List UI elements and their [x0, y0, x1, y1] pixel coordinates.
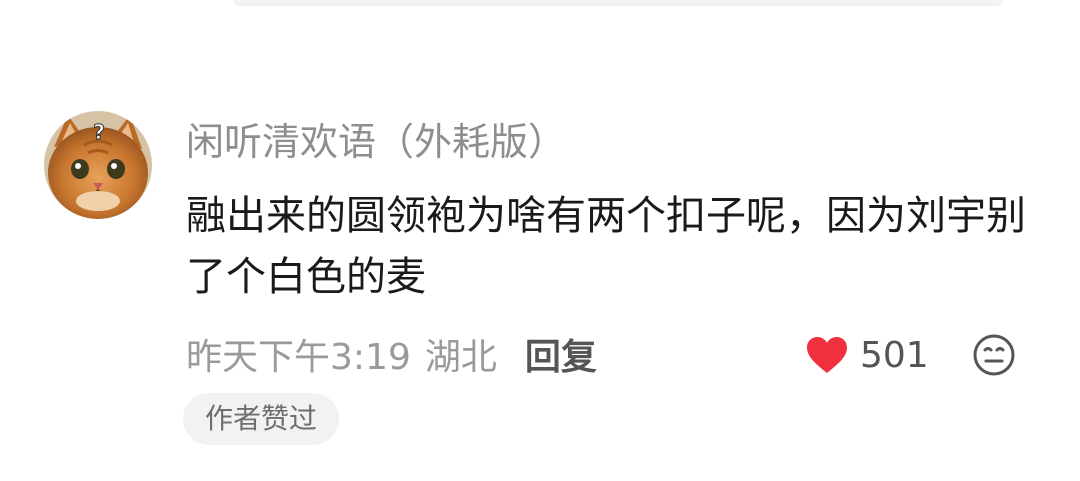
comment-time: 昨天下午3:19 — [186, 337, 411, 378]
comment-text: 融出来的圆领袍为啥有两个扣子呢，因为刘宇别了个白色的麦 — [186, 193, 1026, 300]
username[interactable]: 闲听清欢语（外耗版） — [186, 118, 566, 166]
heart-icon — [807, 337, 847, 373]
comment-item: ? 闲听清欢语（外耗版） 融出来的圆领袍为啥有两个扣子呢，因为刘宇别了个白色的麦… — [0, 0, 1080, 481]
svg-text:?: ? — [93, 120, 105, 144]
cat-avatar-image: ? — [44, 111, 152, 219]
author-liked-badge: 作者赞过 — [183, 393, 339, 445]
emoji-reaction-button[interactable] — [972, 333, 1016, 377]
reply-button[interactable]: 回复 — [525, 328, 597, 380]
like-button[interactable]: 501 — [806, 333, 929, 377]
comment-location: 湖北 — [424, 337, 497, 378]
emoji-face-icon — [973, 334, 1015, 376]
like-count: 501 — [860, 334, 929, 376]
avatar[interactable]: ? — [44, 111, 152, 219]
comment-page: ? 闲听清欢语（外耗版） 融出来的圆领袍为啥有两个扣子呢，因为刘宇别了个白色的麦… — [0, 0, 1080, 481]
comment-meta: 昨天下午3:19 湖北 回复 — [186, 329, 597, 379]
